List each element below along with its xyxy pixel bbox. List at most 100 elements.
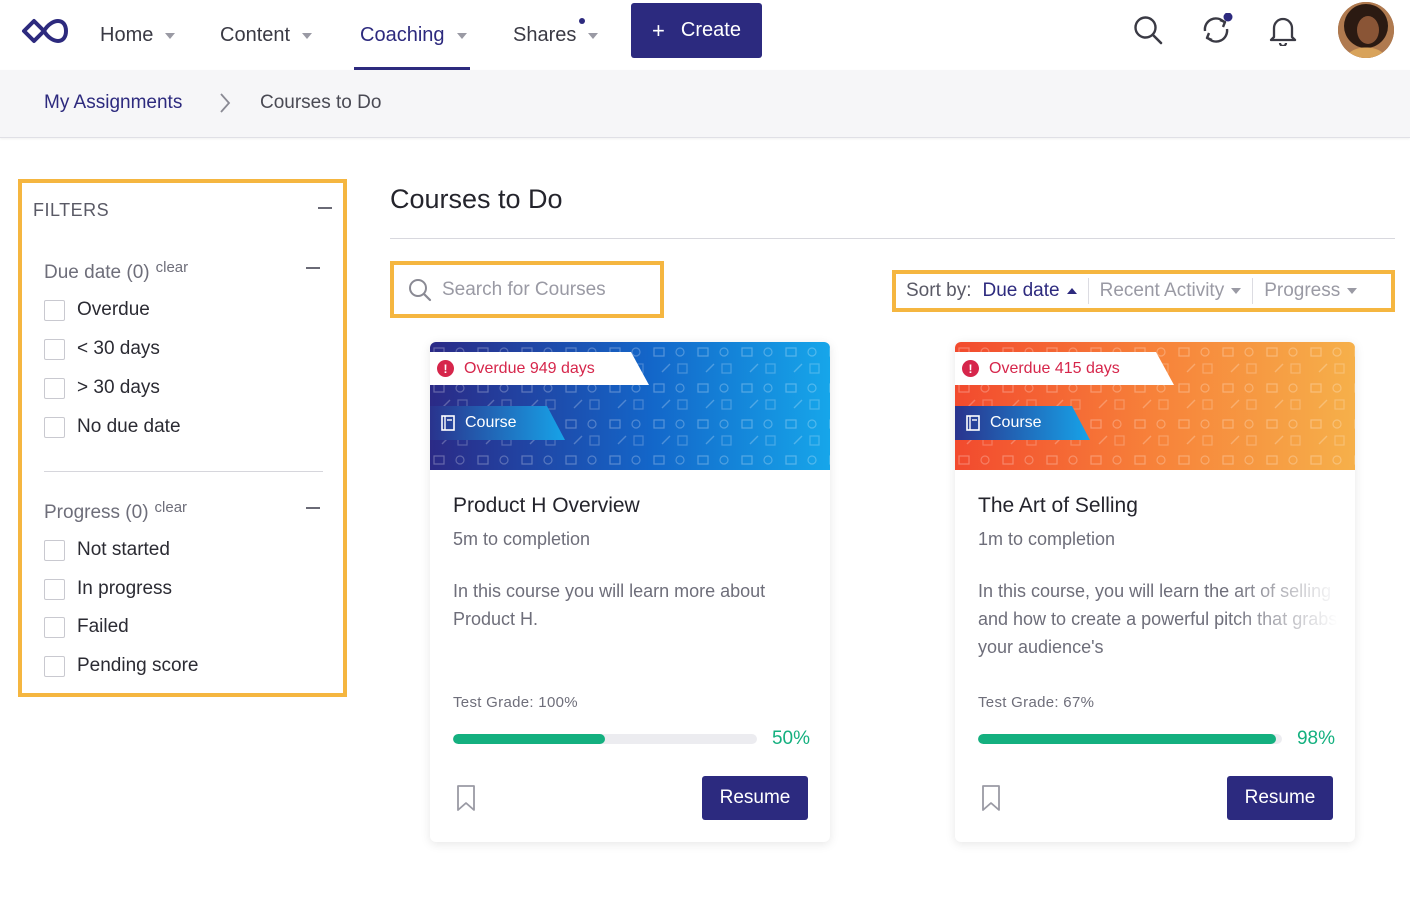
course-type-label: Course	[465, 414, 517, 431]
sort-label: Sort by:	[906, 280, 972, 301]
filter-failed[interactable]: Failed	[44, 615, 129, 639]
course-description: In this course, you will learn the art o…	[978, 581, 1338, 657]
notification-dot	[579, 18, 585, 24]
progress-fill	[978, 734, 1276, 744]
filter-under-30-days-label: < 30 days	[77, 338, 160, 359]
breadcrumb-current: Courses to Do	[260, 92, 382, 113]
checkbox[interactable]	[44, 655, 65, 677]
checkbox[interactable]	[44, 338, 65, 360]
filters-title: FILTERS	[33, 200, 110, 220]
course-title[interactable]: The Art of Selling	[978, 494, 1138, 518]
course-type-label: Course	[990, 414, 1042, 431]
breadcrumb: My Assignments Courses to Do	[0, 70, 1410, 138]
divider	[1087, 278, 1089, 304]
checkbox[interactable]	[44, 377, 65, 399]
logo-icon[interactable]	[20, 14, 68, 48]
course-card[interactable]: ! Overdue 415 days Course The Art of Sell…	[955, 342, 1355, 842]
course-duration: 5m to completion	[453, 529, 591, 549]
chevron-down-icon	[302, 33, 313, 39]
sort-ascending-icon	[1066, 288, 1077, 294]
course-title[interactable]: Product H Overview	[453, 494, 640, 518]
page-title: Courses to Do	[390, 184, 563, 214]
sort-progress-label: Progress	[1264, 280, 1341, 301]
divider	[1252, 278, 1254, 304]
progress-clear[interactable]: clear	[155, 499, 188, 516]
sort-recent-activity[interactable]: Recent Activity	[1100, 280, 1242, 302]
search-box[interactable]	[390, 261, 664, 318]
chevron-down-icon	[165, 33, 176, 39]
sort-recent-activity-label: Recent Activity	[1099, 280, 1225, 301]
chevron-down-icon	[588, 33, 599, 39]
progress-group-title: Progress (0) clear	[44, 499, 187, 524]
course-banner: ! Overdue 415 days Course	[955, 342, 1355, 470]
nav-home[interactable]: Home	[100, 0, 176, 70]
filter-not-started-label: Not started	[77, 539, 170, 560]
create-button-label: Create	[680, 19, 741, 41]
filter-pending-score-label: Pending score	[77, 655, 199, 676]
filter-no-due-date[interactable]: No due date	[44, 415, 181, 439]
search-icon[interactable]	[1128, 10, 1168, 50]
filter-no-due-date-label: No due date	[77, 416, 181, 437]
filter-overdue[interactable]: Overdue	[44, 298, 150, 322]
top-navigation: Home Content Coaching Shares + Create	[0, 0, 1410, 70]
bookmark-icon[interactable]	[456, 784, 476, 812]
create-button[interactable]: + Create	[631, 3, 762, 58]
nav-home-label: Home	[100, 23, 154, 46]
chevron-down-icon	[1347, 288, 1358, 294]
filter-pending-score[interactable]: Pending score	[44, 654, 198, 678]
nav-content[interactable]: Content	[220, 0, 313, 70]
nav-shares-label: Shares	[513, 23, 577, 46]
progress-percent: 50%	[771, 728, 810, 749]
checkbox[interactable]	[44, 416, 65, 438]
test-grade: Test Grade: 100%	[453, 694, 578, 711]
filter-over-30-days-label: > 30 days	[77, 377, 160, 398]
bell-icon[interactable]	[1263, 10, 1303, 50]
filter-over-30-days[interactable]: > 30 days	[44, 376, 160, 400]
nav-coaching[interactable]: Coaching	[354, 0, 470, 70]
resume-button[interactable]: Resume	[1227, 776, 1333, 820]
book-icon	[441, 415, 455, 431]
sort-bar: Sort by: Due date Recent Activity Progre…	[892, 270, 1395, 312]
course-description: In this course you will learn more about…	[453, 581, 766, 629]
alert-icon: !	[437, 360, 454, 377]
course-banner: ! Overdue 949 days Course	[430, 342, 830, 470]
nav-content-label: Content	[220, 23, 291, 46]
collapse-filters-icon[interactable]	[318, 207, 332, 209]
chevron-right-icon	[220, 93, 231, 113]
nav-coaching-label: Coaching	[360, 23, 445, 46]
filter-in-progress[interactable]: In progress	[44, 577, 172, 601]
nav-shares[interactable]: Shares	[513, 0, 599, 70]
resume-button[interactable]: Resume	[702, 776, 808, 820]
filter-overdue-label: Overdue	[77, 299, 150, 320]
avatar[interactable]	[1338, 2, 1394, 58]
checkbox[interactable]	[44, 539, 65, 561]
checkbox[interactable]	[44, 299, 65, 321]
sort-due-date-label: Due date	[982, 280, 1060, 301]
breadcrumb-my-assignments[interactable]: My Assignments	[44, 92, 182, 114]
filter-not-started[interactable]: Not started	[44, 538, 170, 562]
chevron-down-icon	[456, 33, 467, 39]
course-type-badge: Course	[430, 406, 565, 440]
checkbox[interactable]	[44, 578, 65, 600]
plus-icon: +	[652, 17, 665, 43]
course-card[interactable]: ! Overdue 949 days Course Product H Overv…	[430, 342, 830, 842]
overdue-badge: ! Overdue 415 days	[955, 352, 1174, 385]
filter-under-30-days[interactable]: < 30 days	[44, 337, 160, 361]
search-input[interactable]	[442, 278, 642, 301]
divider	[44, 471, 323, 472]
progress-bar	[453, 734, 757, 744]
sort-progress[interactable]: Progress	[1264, 280, 1358, 302]
collapse-progress-icon[interactable]	[306, 507, 320, 509]
collapse-due-date-icon[interactable]	[306, 267, 320, 269]
course-type-badge: Course	[955, 406, 1090, 440]
alert-icon: !	[962, 360, 979, 377]
due-date-group-title: Due date (0) clear	[44, 259, 188, 284]
progress-fill	[453, 734, 605, 744]
checkbox[interactable]	[44, 616, 65, 638]
due-date-clear[interactable]: clear	[156, 259, 189, 276]
sync-icon[interactable]	[1196, 10, 1236, 50]
overdue-label: Overdue 949 days	[464, 359, 595, 377]
filter-in-progress-label: In progress	[77, 578, 173, 599]
sort-due-date[interactable]: Due date	[982, 280, 1077, 302]
bookmark-icon[interactable]	[981, 784, 1001, 812]
